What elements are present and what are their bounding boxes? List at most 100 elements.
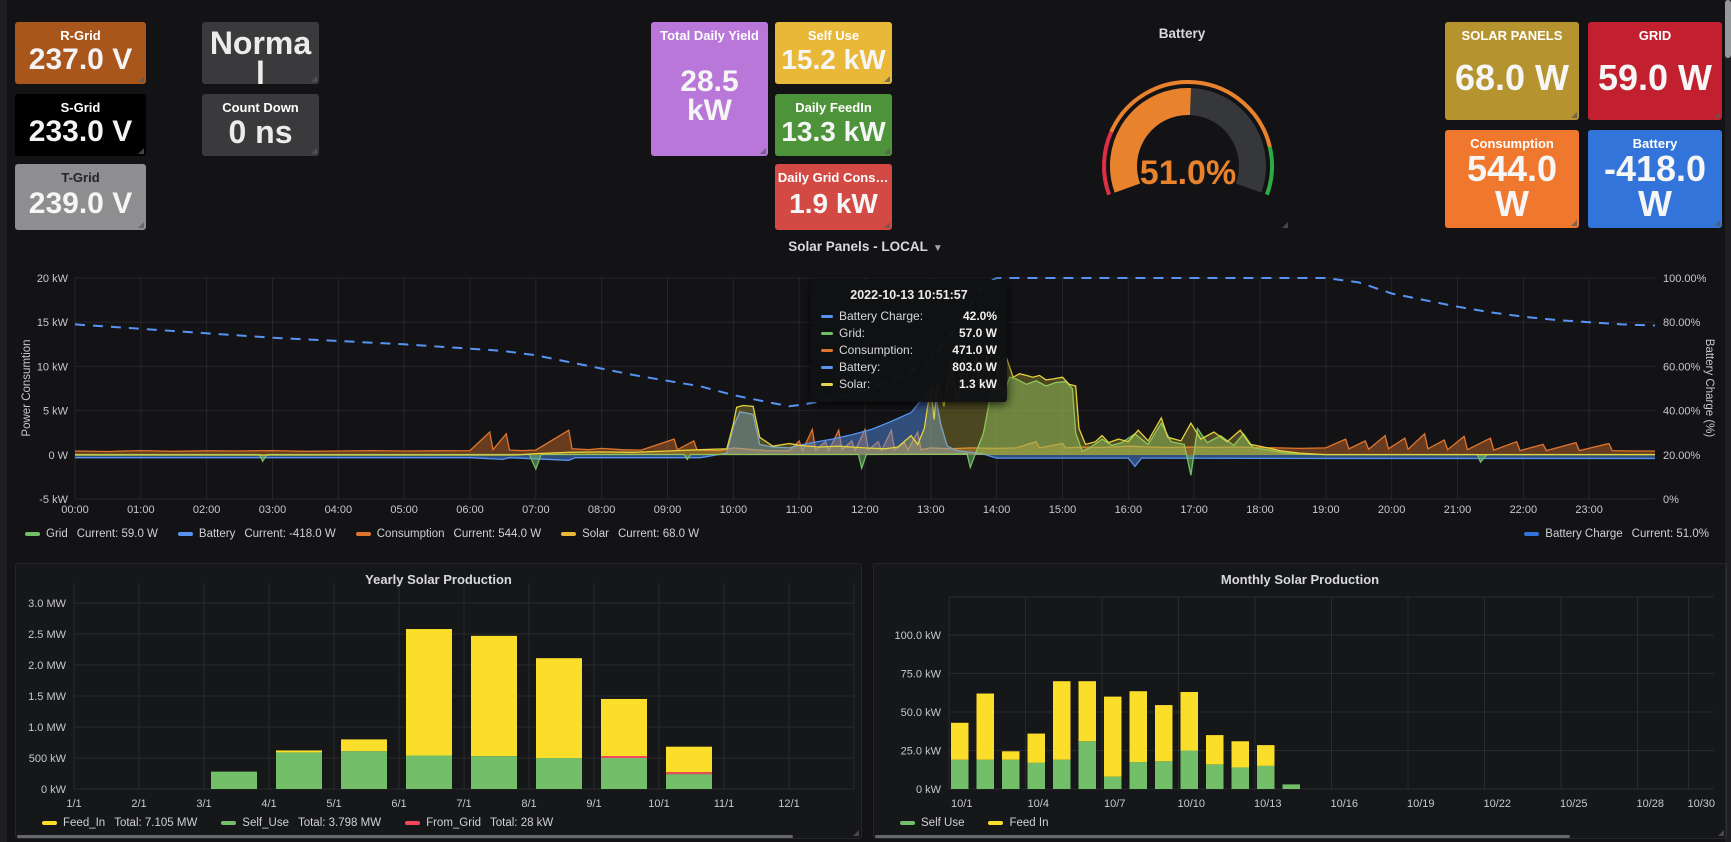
yearly-solar-chart[interactable]: 3.0 MW2.5 MW2.0 MW1.5 MW1.0 MW500 kW0 kW… — [16, 564, 863, 814]
panel-resize-handle[interactable] — [853, 830, 859, 836]
svg-text:06:00: 06:00 — [456, 504, 484, 516]
legend-value: Current: 544.0 W — [454, 528, 542, 540]
stat-title[interactable]: R-Grid — [60, 28, 100, 43]
stat-title[interactable]: Total Daily Yield — [660, 28, 759, 43]
legend-item-self-use[interactable]: Self Use — [900, 817, 964, 829]
legend-label: Self_Use — [242, 817, 289, 829]
legend-item-from_grid[interactable]: From_GridTotal: 28 kW — [405, 817, 553, 829]
legend-label: Feed_In — [63, 817, 105, 829]
panel-resize-handle[interactable] — [138, 76, 144, 82]
svg-text:12:00: 12:00 — [851, 504, 879, 516]
panel-resize-handle[interactable] — [884, 76, 890, 82]
bar-from_grid-9/1 — [601, 756, 647, 758]
panel-resize-handle[interactable] — [138, 148, 144, 154]
stat-value: 59.0 W — [1594, 43, 1716, 120]
panel-resize-handle[interactable] — [1282, 222, 1288, 228]
bar-feed-in-day7 — [1104, 697, 1122, 777]
page-scrollbar-thumb[interactable] — [1725, 0, 1731, 58]
stat-value: 0 ns — [224, 115, 296, 156]
panel-resize-handle[interactable] — [311, 148, 317, 154]
svg-text:18:00: 18:00 — [1246, 504, 1274, 516]
legend-item-solar[interactable]: SolarCurrent: 68.0 W — [561, 528, 699, 540]
svg-text:0 kW: 0 kW — [916, 784, 942, 796]
stat-title[interactable]: S-Grid — [61, 100, 101, 115]
svg-text:02:00: 02:00 — [193, 504, 221, 516]
legend-label: Battery Charge — [1545, 528, 1622, 540]
svg-text:100.00%: 100.00% — [1663, 273, 1707, 285]
tooltip-row: Consumption:471.0 W — [821, 343, 997, 357]
panel-resize-handle[interactable] — [884, 148, 890, 154]
stat-panel-count-down: Count Down0 ns — [202, 94, 319, 156]
panel-resize-handle[interactable] — [1718, 830, 1724, 836]
stat-title[interactable]: Count Down — [222, 100, 299, 115]
timeseries-title[interactable]: Solar Panels - LOCAL — [788, 239, 928, 254]
stat-title[interactable]: T-Grid — [61, 170, 99, 185]
stat-title[interactable]: Daily FeedIn — [795, 100, 872, 115]
legend-label: Battery — [199, 528, 235, 540]
stat-value: 239.0 V — [25, 185, 136, 230]
svg-text:22:00: 22:00 — [1510, 504, 1538, 516]
legend-value: Current: 68.0 W — [618, 528, 699, 540]
svg-text:5/1: 5/1 — [326, 798, 341, 810]
series-color-dash-icon — [42, 821, 57, 825]
svg-text:03:00: 03:00 — [259, 504, 287, 516]
svg-text:10/7: 10/7 — [1104, 798, 1125, 810]
bar-feed-in-day8 — [1130, 691, 1148, 762]
panel-resize-handle[interactable] — [1714, 220, 1720, 226]
stat-title[interactable]: Daily Grid Consu... — [778, 170, 889, 185]
legend-label: Feed In — [1009, 817, 1048, 829]
series-color-dash-icon — [1524, 532, 1539, 536]
svg-text:19:00: 19:00 — [1312, 504, 1340, 516]
legend-item-self_use[interactable]: Self_UseTotal: 3.798 MW — [221, 817, 381, 829]
gauge-title[interactable]: Battery — [1074, 26, 1290, 41]
legend-item-battery-charge[interactable]: Battery ChargeCurrent: 51.0% — [1524, 528, 1709, 540]
bar-self-use-day7 — [1104, 777, 1122, 789]
stat-value: 68.0 W — [1451, 43, 1573, 120]
monthly-solar-chart[interactable]: 100.0 kW75.0 kW50.0 kW25.0 kW0 kW10/110/… — [874, 564, 1728, 814]
svg-text:8/1: 8/1 — [521, 798, 536, 810]
tooltip-series-label: Grid: — [839, 326, 865, 340]
bar-self_use-6/1 — [406, 756, 452, 789]
svg-text:16:00: 16:00 — [1115, 504, 1143, 516]
legend-item-consumption[interactable]: ConsumptionCurrent: 544.0 W — [356, 528, 541, 540]
panel-resize-handle[interactable] — [1571, 220, 1577, 226]
bar-feed_in-8/1 — [536, 658, 582, 758]
tooltip-row: Grid:57.0 W — [821, 326, 997, 340]
svg-text:2.0 MW: 2.0 MW — [28, 660, 67, 672]
panel-resize-handle[interactable] — [138, 222, 144, 228]
svg-text:10:00: 10:00 — [720, 504, 748, 516]
yearly-hscrollbar[interactable] — [17, 835, 793, 838]
panel-resize-handle[interactable] — [1571, 112, 1577, 118]
monthly-hscrollbar[interactable] — [875, 835, 1570, 838]
svg-text:1.5 MW: 1.5 MW — [28, 691, 67, 703]
legend-item-grid[interactable]: GridCurrent: 59.0 W — [25, 528, 158, 540]
legend-item-feed-in[interactable]: Feed In — [988, 817, 1048, 829]
bar-feed_in-6/1 — [406, 629, 452, 755]
bar-feed_in-9/1 — [601, 699, 647, 756]
series-color-dash-icon — [821, 332, 833, 335]
panel-resize-handle[interactable] — [311, 76, 317, 82]
panel-resize-handle[interactable] — [1714, 112, 1720, 118]
svg-text:11/1: 11/1 — [714, 798, 735, 810]
svg-text:1.0 MW: 1.0 MW — [28, 722, 67, 734]
series-color-dash-icon — [821, 349, 833, 352]
stat-panel-daily-feedin: Daily FeedIn13.3 kW — [775, 94, 892, 156]
stat-title[interactable]: SOLAR PANELS — [1462, 28, 1563, 43]
panel-resize-handle[interactable] — [760, 148, 766, 154]
stat-title[interactable]: GRID — [1639, 28, 1672, 43]
stat-panel-self-use: Self Use15.2 kW — [775, 22, 892, 84]
legend-item-battery[interactable]: BatteryCurrent: -418.0 W — [178, 528, 336, 540]
svg-text:11:00: 11:00 — [786, 504, 813, 516]
series-color-dash-icon — [821, 315, 833, 318]
bar-feed-in-day10 — [1181, 692, 1199, 751]
stat-value: -418.0 W — [1588, 151, 1722, 228]
svg-text:09:00: 09:00 — [654, 504, 682, 516]
stat-title[interactable]: Self Use — [808, 28, 859, 43]
legend-item-feed_in[interactable]: Feed_InTotal: 7.105 MW — [42, 817, 197, 829]
svg-text:25.0 kW: 25.0 kW — [901, 746, 942, 758]
panel-resize-handle[interactable] — [884, 222, 890, 228]
stat-panel-daily-grid-consu: Daily Grid Consu...1.9 kW — [775, 164, 892, 230]
svg-text:3.0 MW: 3.0 MW — [28, 598, 67, 610]
tooltip-series-value: 1.3 kW — [959, 377, 997, 391]
legend-label: Grid — [46, 528, 68, 540]
